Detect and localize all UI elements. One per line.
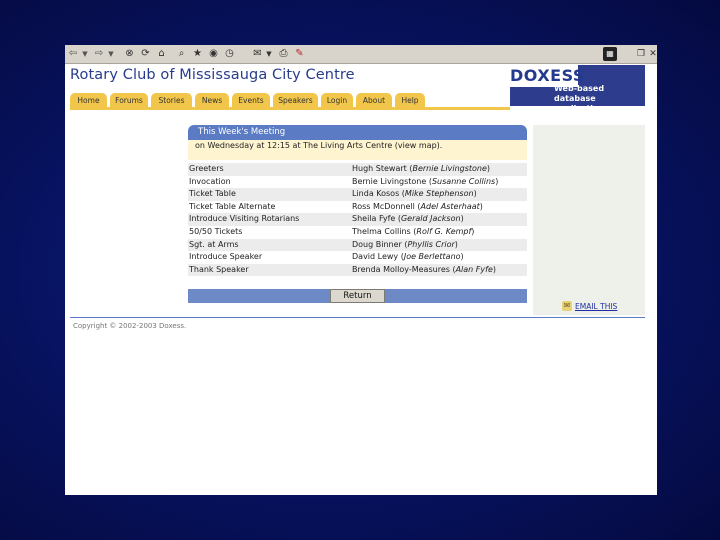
alternate-name: Adel Asterhaat bbox=[420, 201, 480, 211]
person-name: Hugh Stewart bbox=[352, 164, 407, 173]
right-sidebar bbox=[533, 125, 645, 315]
tab-stories[interactable]: Stories bbox=[151, 93, 192, 107]
close-icon[interactable]: ✕ bbox=[649, 47, 657, 61]
tab-about[interactable]: About bbox=[356, 93, 392, 107]
media-icon[interactable]: ◉ bbox=[207, 47, 220, 61]
alternate-name: Susanne Collins bbox=[431, 176, 496, 186]
home-icon[interactable]: ⌂ bbox=[155, 47, 168, 61]
role-cell: Invocation bbox=[189, 176, 231, 186]
table-row: Introduce Visiting Rotarians Sheila Fyfe… bbox=[188, 213, 527, 226]
return-button[interactable]: Return bbox=[330, 289, 385, 303]
favorites-icon[interactable]: ★ bbox=[191, 47, 204, 61]
role-cell: Sgt. at Arms bbox=[189, 239, 239, 249]
table-row: Ticket Table Alternate Ross McDonnell (A… bbox=[188, 201, 527, 214]
role-cell: Introduce Visiting Rotarians bbox=[189, 214, 300, 224]
person-cell: Ross McDonnell (Adel Asterhaat) bbox=[352, 201, 483, 211]
table-row: Introduce Speaker David Lewy (Joe Berlet… bbox=[188, 251, 527, 264]
person-cell: Bernie Livingstone (Susanne Collins) bbox=[352, 176, 499, 186]
windows-logo-icon: ▦ bbox=[603, 47, 617, 61]
chevron-down-icon[interactable]: ▼ bbox=[107, 47, 115, 61]
back-icon[interactable]: ⇦ bbox=[67, 47, 79, 61]
person-cell: Linda Kosos (Mike Stephenson) bbox=[352, 189, 477, 199]
alternate-name: Gerald Jackson bbox=[400, 214, 461, 224]
alternate-name: Alan Fyfe bbox=[455, 264, 493, 274]
alternate-name: Joe Berlettano bbox=[403, 252, 461, 262]
person-cell: David Lewy (Joe Berlettano) bbox=[352, 252, 464, 262]
alternate-name: Mike Stephenson bbox=[404, 189, 474, 199]
role-cell: 50/50 Tickets bbox=[189, 226, 243, 236]
footer-divider bbox=[70, 317, 645, 318]
restore-icon[interactable]: ❐ bbox=[637, 47, 645, 61]
meeting-info: on Wednesday at 12:15 at The Living Arts… bbox=[188, 140, 527, 160]
chevron-down-icon[interactable]: ▼ bbox=[265, 47, 273, 61]
person-name: Thelma Collins bbox=[352, 226, 411, 236]
person-name: Ross McDonnell bbox=[352, 201, 415, 211]
alternate-name: Rolf G. Kempf bbox=[416, 226, 472, 236]
history-icon[interactable]: ◷ bbox=[223, 47, 236, 61]
meeting-roster: Greeters Hugh Stewart (Bernie Livingston… bbox=[188, 163, 527, 277]
nav-underline bbox=[70, 107, 510, 110]
role-cell: Introduce Speaker bbox=[189, 252, 263, 262]
tab-help[interactable]: Help bbox=[395, 93, 425, 107]
table-row: Ticket Table Linda Kosos (Mike Stephenso… bbox=[188, 188, 527, 201]
browser-window: ⇦ ▼ ⇨ ▼ ⊗ ⟳ ⌂ ⌕ ★ ◉ ◷ ✉ ▼ ⎙ ✎ ▦ ❐ ✕ Rota… bbox=[65, 45, 657, 495]
meeting-heading: This Week's Meeting bbox=[188, 125, 527, 140]
table-row: Sgt. at Arms Doug Binner (Phyllis Crior) bbox=[188, 238, 527, 252]
role-cell: Greeters bbox=[189, 164, 224, 173]
table-row: 50/50 Tickets Thelma Collins (Rolf G. Ke… bbox=[188, 226, 527, 239]
role-cell: Ticket Table Alternate bbox=[189, 201, 276, 211]
tab-forums[interactable]: Forums bbox=[110, 93, 148, 107]
stop-icon[interactable]: ⊗ bbox=[123, 47, 136, 61]
table-row: Invocation Bernie Livingstone (Susanne C… bbox=[188, 176, 527, 189]
tab-news[interactable]: News bbox=[195, 93, 229, 107]
person-name: Bernie Livingstone bbox=[352, 176, 427, 186]
person-name: Brenda Molloy-Measures bbox=[352, 264, 450, 274]
forward-icon[interactable]: ⇨ bbox=[93, 47, 105, 61]
browser-toolbar: ⇦ ▼ ⇨ ▼ ⊗ ⟳ ⌂ ⌕ ★ ◉ ◷ ✉ ▼ ⎙ ✎ ▦ ❐ ✕ bbox=[65, 45, 657, 64]
person-name: Sheila Fyfe bbox=[352, 214, 396, 224]
refresh-icon[interactable]: ⟳ bbox=[139, 47, 152, 61]
search-icon[interactable]: ⌕ bbox=[175, 47, 188, 61]
person-cell: Thelma Collins (Rolf G. Kempf) bbox=[352, 226, 475, 236]
print-icon[interactable]: ⎙ bbox=[277, 47, 290, 61]
person-name: David Lewy bbox=[352, 252, 399, 262]
chevron-down-icon[interactable]: ▼ bbox=[81, 47, 89, 61]
role-cell: Ticket Table bbox=[189, 189, 236, 199]
person-cell: Sheila Fyfe (Gerald Jackson) bbox=[352, 214, 464, 224]
table-row: Greeters Hugh Stewart (Bernie Livingston… bbox=[188, 163, 527, 176]
tab-speakers[interactable]: Speakers bbox=[273, 93, 318, 107]
logo-tagline: Web-based database applications bbox=[554, 84, 609, 113]
alternate-name: Phyllis Crior bbox=[407, 239, 455, 249]
main-nav: Home Forums Stories News Events Speakers… bbox=[70, 93, 510, 107]
role-cell: Thank Speaker bbox=[189, 264, 249, 274]
table-row: Thank Speaker Brenda Molloy-Measures (Al… bbox=[188, 263, 527, 277]
mail-icon[interactable]: ✉ bbox=[251, 47, 264, 61]
tab-events[interactable]: Events bbox=[232, 93, 270, 107]
email-this-link[interactable]: EMAIL THIS bbox=[575, 302, 617, 311]
email-icon[interactable]: ✉ bbox=[562, 301, 572, 311]
site-title: Rotary Club of Mississauga City Centre bbox=[70, 67, 355, 83]
person-cell: Doug Binner (Phyllis Crior) bbox=[352, 239, 458, 249]
tab-login[interactable]: Login bbox=[321, 93, 353, 107]
person-name: Doug Binner bbox=[352, 239, 402, 249]
copyright-text: Copyright © 2002-2003 Doxess. bbox=[73, 322, 187, 330]
person-cell: Hugh Stewart (Bernie Livingstone) bbox=[352, 164, 491, 173]
tab-home[interactable]: Home bbox=[70, 93, 107, 107]
edit-icon[interactable]: ✎ bbox=[293, 47, 306, 61]
person-cell: Brenda Molloy-Measures (Alan Fyfe) bbox=[352, 264, 496, 274]
doxess-logo: DOXESS Web-based database applications bbox=[510, 65, 645, 113]
alternate-name: Bernie Livingstone bbox=[412, 164, 487, 173]
person-name: Linda Kosos bbox=[352, 189, 400, 199]
